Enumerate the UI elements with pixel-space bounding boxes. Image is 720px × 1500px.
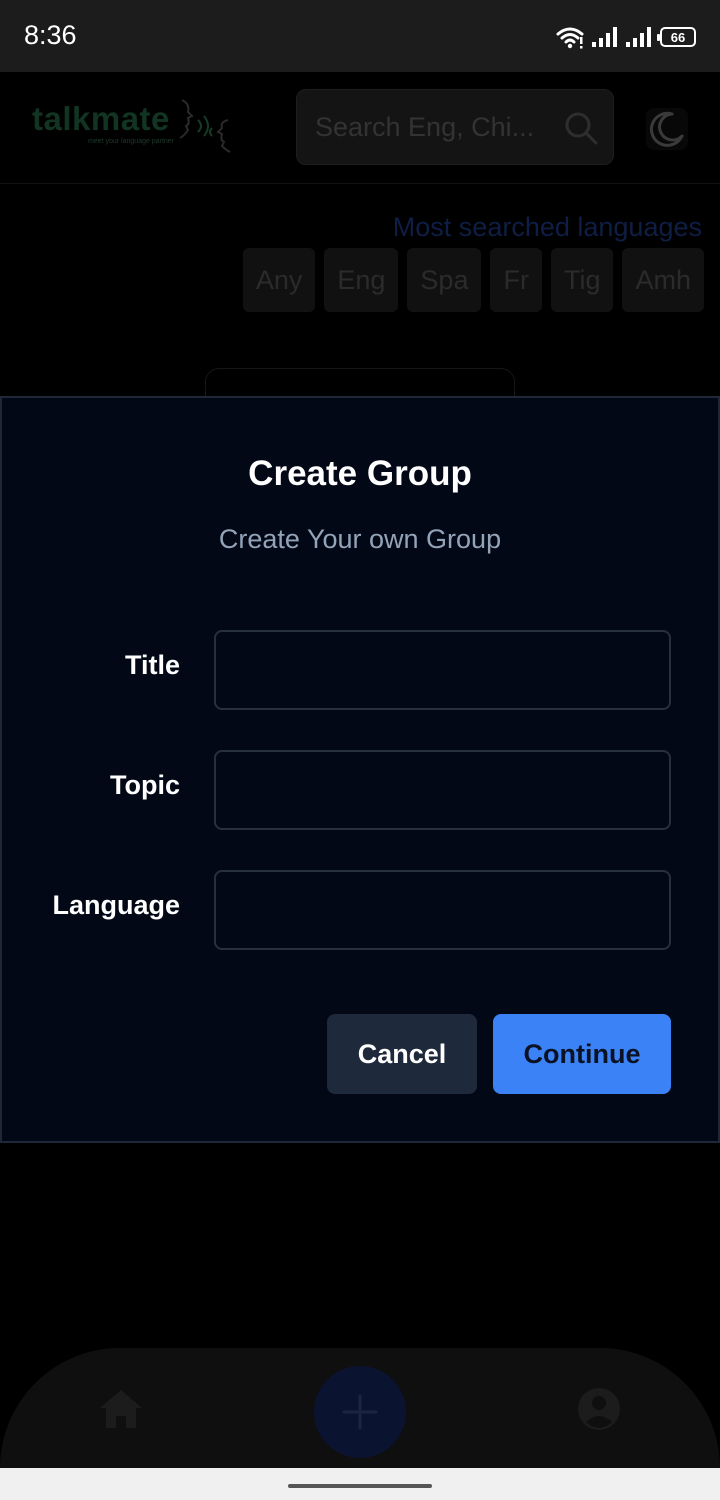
title-input[interactable] [214, 630, 671, 710]
nav-home-button[interactable] [98, 1388, 144, 1430]
language-chip[interactable]: Tig [550, 248, 614, 312]
gesture-handle[interactable] [288, 1484, 432, 1488]
nav-add-button[interactable] [314, 1366, 406, 1458]
continue-button[interactable]: Continue [493, 1014, 671, 1094]
language-chip[interactable]: Eng [324, 248, 399, 312]
dialog-title: Create Group [248, 454, 472, 493]
topic-input[interactable] [214, 750, 671, 830]
speaking-heads-icon [179, 99, 231, 153]
language-chip[interactable]: Amh [622, 248, 704, 312]
wifi-icon [556, 27, 584, 49]
status-icons: 66 [556, 22, 696, 52]
theme-toggle-button[interactable] [646, 108, 688, 150]
profile-icon [578, 1388, 620, 1430]
battery-icon: 66 [657, 27, 696, 47]
logo-tagline: meet your language partner [88, 138, 174, 145]
most-searched-heading: Most searched languages [392, 212, 702, 242]
language-chip[interactable]: Fr [490, 248, 542, 312]
topic-label: Topic [110, 770, 180, 800]
language-chip[interactable]: Any [242, 248, 316, 312]
language-chips: Any Eng Spa Fr Tig Amh [242, 248, 704, 312]
status-bar: 8:36 66 [0, 0, 720, 72]
title-label: Title [124, 650, 180, 680]
add-icon [342, 1394, 378, 1430]
dialog-subtitle: Create Your own Group [218, 524, 502, 554]
bottom-nav [0, 1348, 720, 1468]
search-input[interactable]: Search Eng, Chi... [315, 112, 534, 143]
search-box[interactable]: Search Eng, Chi... [296, 89, 614, 165]
language-label: Language [52, 890, 180, 920]
talkmate-logo[interactable]: talkmate meet your language partner [30, 96, 240, 156]
moon-icon [649, 111, 684, 147]
gesture-bar [0, 1468, 720, 1500]
nav-profile-button[interactable] [576, 1386, 622, 1432]
create-group-dialog: Create Group Create Your own Group Title… [0, 396, 720, 1143]
search-icon[interactable] [563, 110, 599, 146]
battery-level: 66 [670, 29, 686, 45]
home-icon [100, 1390, 142, 1428]
signal-icon [592, 27, 617, 47]
app-header: talkmate meet your language partner Sear… [0, 72, 720, 184]
status-time: 8:36 [24, 20, 77, 50]
signal-icon [626, 27, 651, 47]
logo-text: talkmate [32, 100, 170, 137]
cancel-button[interactable]: Cancel [327, 1014, 477, 1094]
language-input[interactable] [214, 870, 671, 950]
language-chip[interactable]: Spa [407, 248, 482, 312]
